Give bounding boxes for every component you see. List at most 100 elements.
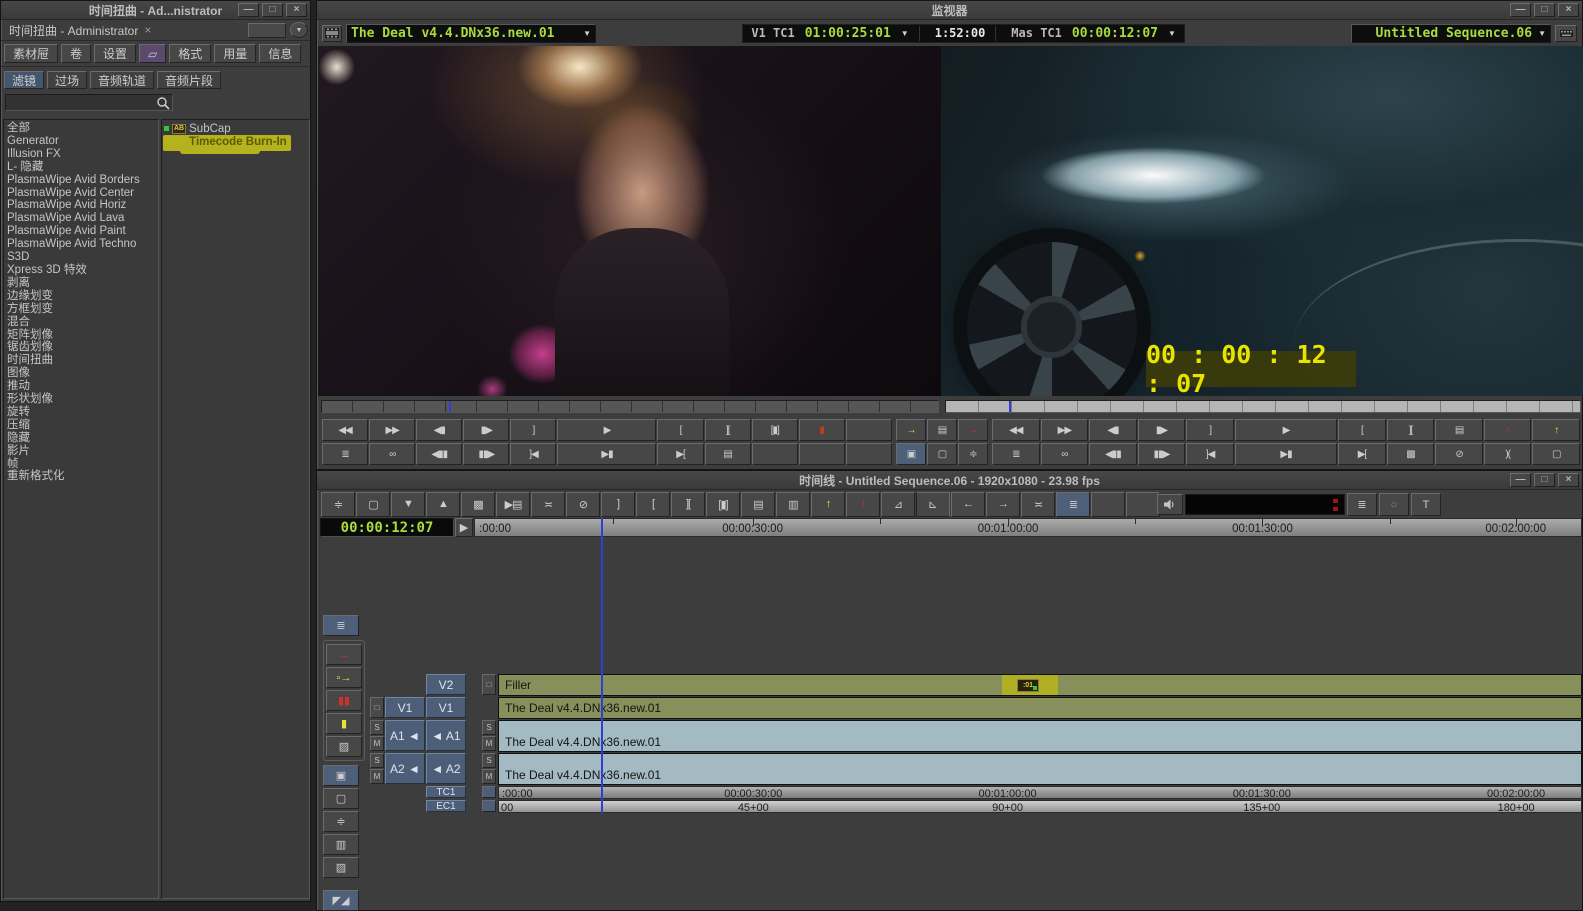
blank-button[interactable]	[846, 443, 892, 465]
record-monitor-viewer[interactable]: 00 : 00 : 12 : 07	[941, 46, 1583, 396]
render-button[interactable]: ▩	[1387, 443, 1435, 465]
clip-menu-button[interactable]: ≣	[992, 443, 1040, 465]
effect-category-item[interactable]: PlasmaWipe Avid Paint	[4, 225, 158, 238]
go-to-next-edit-button[interactable]: ▶▮	[557, 443, 656, 465]
film-button[interactable]: ▤	[705, 443, 751, 465]
clip-v1[interactable]: The Deal v4.4.DNx36.new.01	[498, 697, 1582, 719]
step-backward-button[interactable]: ◀▮	[416, 419, 462, 441]
restore-button[interactable]: □	[262, 3, 283, 17]
tab-close-icon[interactable]: ×	[144, 23, 151, 37]
match-frame-button[interactable]: )(	[1484, 443, 1532, 465]
no-symbol-button[interactable]: ⊘	[566, 492, 600, 517]
splice-bars-button[interactable]: ≍	[531, 492, 565, 517]
effect-category-item[interactable]: PlasmaWipe Avid Horiz	[4, 199, 158, 212]
step-forward-10-button[interactable]: ▮▮▶	[1138, 443, 1186, 465]
extract-segment-mode-button[interactable]: →	[326, 644, 362, 665]
render-ranges-button[interactable]: ▨	[323, 857, 359, 878]
go-to-out-button[interactable]: ]	[601, 492, 635, 517]
effect-subcap[interactable]: AB SubCap	[162, 122, 309, 135]
monitor-titlebar[interactable]: 监视器 — □ ×	[317, 1, 1582, 20]
blank-button[interactable]	[1126, 492, 1160, 517]
fast-forward-button[interactable]: ▶▶	[369, 419, 415, 441]
fast-menu-button[interactable]: ▼	[290, 22, 308, 38]
close-button[interactable]: ×	[1558, 3, 1579, 17]
timeline-fast-view-button[interactable]: ≣	[1056, 492, 1090, 517]
mark-in-button[interactable]: [	[657, 419, 703, 441]
extract-button[interactable]: ↑	[846, 492, 880, 517]
mark-clip-button[interactable]: [▮]	[706, 492, 740, 517]
source-a1-mute[interactable]: M	[370, 736, 384, 751]
rewind-button[interactable]: ◀◀	[992, 419, 1040, 441]
record-track-ec1[interactable]: EC1	[426, 800, 466, 812]
effect-category-item[interactable]: Illusion FX	[4, 148, 158, 161]
effect-palette-tab-button[interactable]: ▱	[139, 44, 166, 63]
minimize-button[interactable]: —	[1510, 473, 1531, 487]
effect-category-item[interactable]: PlasmaWipe Avid Borders	[4, 174, 158, 187]
mark-clip-button[interactable]: [▮]	[752, 419, 798, 441]
step-back-10-button[interactable]: ◀▮▮	[1089, 443, 1137, 465]
blank-button[interactable]	[752, 443, 798, 465]
lift-button[interactable]: ↑	[811, 492, 845, 517]
search-input[interactable]	[6, 96, 156, 110]
minimize-button[interactable]: —	[1510, 3, 1531, 17]
step-up-button[interactable]: ▲	[426, 492, 460, 517]
effect-category-item[interactable]: 矩阵划像	[4, 329, 158, 342]
volumes-tab-button[interactable]: 卷	[61, 44, 91, 63]
roll-right-button[interactable]: →	[986, 492, 1020, 517]
timecode-burnin-effect-icon[interactable]: :01	[1017, 679, 1039, 692]
restore-button[interactable]: □	[1534, 3, 1555, 17]
chevron-down-icon[interactable]: ▼	[1168, 29, 1176, 38]
clip-a2[interactable]: The Deal v4.4.DNx36.new.01	[498, 753, 1582, 785]
audio-mixer-button[interactable]: ≑	[958, 443, 988, 465]
go-to-out-button[interactable]: ]	[1186, 419, 1234, 441]
record-a1-solo[interactable]: S	[482, 720, 496, 735]
step-forward-10-button[interactable]: ▮▮▶	[463, 443, 509, 465]
step-back-10-button[interactable]: ◀▮▮	[416, 443, 462, 465]
duplicate-button[interactable]: ▢	[1532, 443, 1580, 465]
restore-button[interactable]: □	[1534, 473, 1555, 487]
record-track-a2[interactable]: ◄ A2	[426, 753, 466, 784]
effect-category-item[interactable]: 剥离	[4, 277, 158, 290]
record-a2-solo[interactable]: S	[482, 753, 496, 768]
format-tab-button[interactable]: 格式	[169, 44, 211, 63]
clip-menu-button[interactable]: ≣	[322, 443, 368, 465]
effect-category-item[interactable]: S3D	[4, 251, 158, 264]
clipboard-button[interactable]: ▢	[356, 492, 390, 517]
effect-category-item[interactable]: PlasmaWipe Avid Center	[4, 187, 158, 200]
track-list-button[interactable]: ≣	[1347, 493, 1377, 516]
film-icon[interactable]	[322, 25, 342, 42]
keyboard-icon[interactable]	[1555, 25, 1577, 42]
fast-forward-button[interactable]: ▶▶	[1041, 419, 1089, 441]
effect-timecode-burnin[interactable]: :01 Timecode Burn-In	[162, 135, 309, 148]
tc1-option[interactable]	[482, 786, 496, 798]
motion-effect-button[interactable]: ▶▤	[496, 492, 530, 517]
effect-mode-button[interactable]: ▨	[326, 736, 362, 757]
effect-category-item[interactable]: 全部	[4, 122, 158, 135]
source-a2-mute[interactable]: M	[370, 769, 384, 784]
play-arrow-button[interactable]: ▶	[455, 518, 473, 537]
timeline-ruler[interactable]: :00:0000:00:30:0000:01:00:0000:01:30:000…	[474, 518, 1582, 537]
trim-right-button[interactable]: ⊿	[916, 492, 950, 517]
effect-category-item[interactable]: 边缘划变	[4, 290, 158, 303]
usage-tab-button[interactable]: 用量	[214, 44, 256, 63]
record-button[interactable]: ○	[1379, 493, 1409, 516]
effect-category-item[interactable]: 时间扭曲	[4, 354, 158, 367]
add-marker-button[interactable]: ▮	[799, 419, 845, 441]
no-symbol-button[interactable]: ⊘	[1435, 443, 1483, 465]
text-tool-button[interactable]: T	[1411, 493, 1441, 516]
go-to-next-edit-button[interactable]: ▶▮	[1235, 443, 1337, 465]
effect-category-item[interactable]: 锯齿划像	[4, 341, 158, 354]
audio-mixer-button[interactable]: ≑	[321, 492, 355, 517]
timeline-view-button[interactable]: ▣	[896, 443, 926, 465]
blank-button[interactable]	[1091, 492, 1125, 517]
record-track-a1[interactable]: ◄ A1	[426, 720, 466, 751]
record-playhead[interactable]	[1009, 401, 1011, 412]
effect-category-item[interactable]: 隐藏	[4, 432, 158, 445]
source-a1-solo[interactable]: S	[370, 720, 384, 735]
source-playhead[interactable]	[449, 401, 451, 412]
go-to-out-button[interactable]: ]	[510, 419, 556, 441]
effect-category-item[interactable]: 图像	[4, 367, 158, 380]
tool-palette-button[interactable]: ▤	[927, 419, 957, 441]
play-to-out-button[interactable]: ▶[	[657, 443, 703, 465]
bin-tab[interactable]: 时间扭曲 - Administrator ×	[3, 20, 157, 41]
